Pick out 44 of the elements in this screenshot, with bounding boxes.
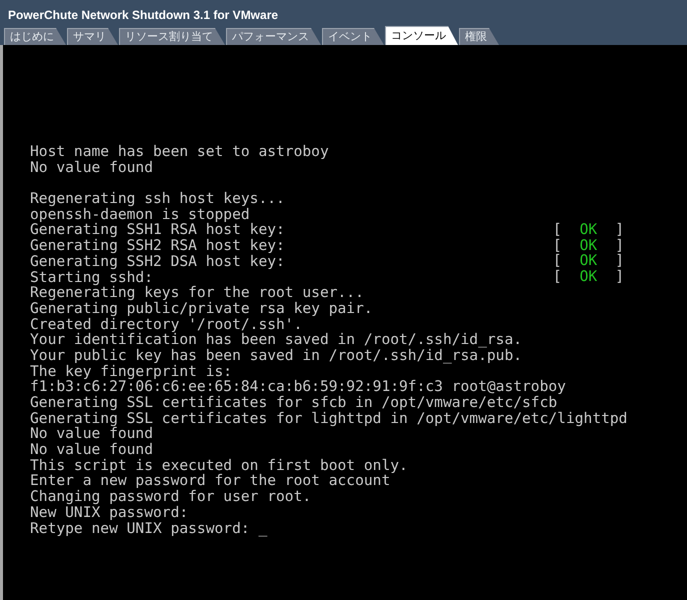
console-line: Generating SSH2 DSA host key: (30, 254, 285, 270)
tab[interactable]: はじめに (4, 28, 66, 45)
status-text: OK (580, 270, 598, 285)
console-line: Your identification has been saved in /root/.ssh/id_rsa. (30, 332, 522, 348)
bracket: ] (615, 222, 624, 238)
console-line: Retype new UNIX password: _ (30, 520, 268, 536)
console-line: Enter a new password for the root account (30, 473, 390, 490)
tab[interactable]: パフォーマンス (226, 28, 321, 45)
status-text: OK (580, 254, 598, 269)
console-line: New UNIX password: (30, 504, 188, 521)
console-line: No value found (30, 426, 154, 442)
console-line: Generating public/private rsa key pair. (30, 300, 373, 317)
bracket: [ (552, 270, 562, 285)
bracket: [ (552, 254, 562, 269)
tab[interactable]: リソース割り当て (119, 28, 225, 45)
console-line: Created directory '/root/.ssh'. (30, 316, 302, 332)
console-line: Generating SSL certificates for sfcb in /opt/vmware/etc/sfcb (30, 395, 558, 411)
console-line: Generating SSH2 RSA host key: (30, 238, 285, 254)
console-line: f1:b3:c6:27:06:c6:ee:65:84:ca:b6:59:92:91:9f:c3 root@astroboy (30, 379, 566, 396)
console-line: openssh-daemon is stopped (30, 206, 250, 222)
console-line: Changing password for user root. (30, 489, 312, 505)
tab[interactable]: 権限 (459, 28, 499, 45)
console-line: Starting sshd: (30, 270, 154, 286)
console-line: Generating SSH1 RSA host key: (30, 222, 285, 238)
bracket: ] (615, 254, 624, 269)
bracket: [ (552, 238, 562, 254)
tab[interactable]: コンソール (385, 26, 458, 45)
window-title: PowerChute Network Shutdown 3.1 for VMware (7, 7, 280, 24)
console-line: Generating SSL certificates for lighttpd in /opt/vmware/etc/lighttpd (30, 410, 628, 426)
console-line: Host name has been set to astroboy (30, 144, 329, 160)
tab[interactable]: イベント (322, 28, 384, 45)
status-text: OK (580, 222, 598, 238)
console-line: Regenerating ssh host keys... (30, 191, 285, 207)
console-line: Regenerating keys for the root user... (30, 285, 364, 301)
console-line: No value found (30, 442, 154, 458)
status-text: OK (580, 238, 598, 254)
console-line: Your public key has been saved in /root/.ssh/id_rsa.pub. (30, 348, 522, 364)
console-line: The key fingerprint is: (30, 364, 232, 380)
console-line: No value found (30, 160, 154, 176)
bracket: ] (615, 270, 624, 285)
tab[interactable]: サマリ (67, 28, 118, 45)
bracket: [ (552, 222, 562, 238)
console-line: This script is executed on first boot only. (30, 458, 408, 474)
bracket: ] (615, 238, 624, 254)
